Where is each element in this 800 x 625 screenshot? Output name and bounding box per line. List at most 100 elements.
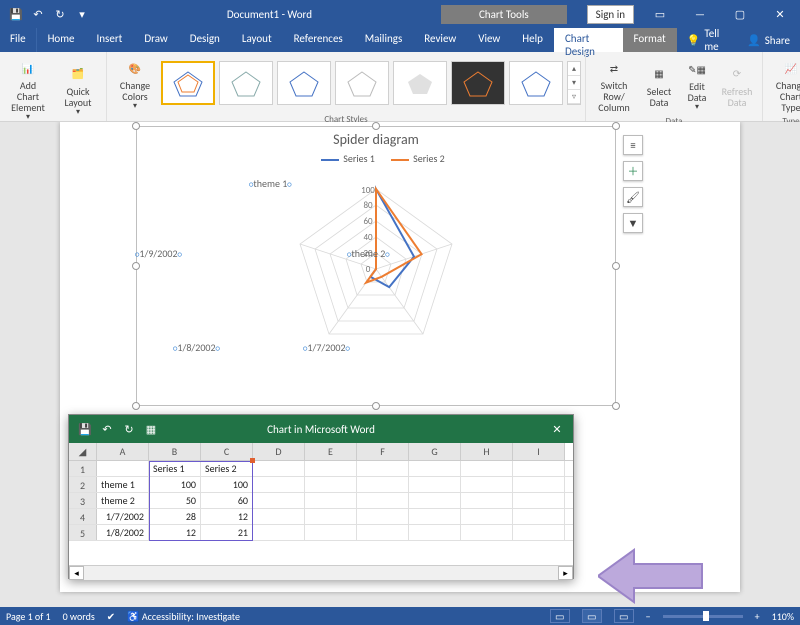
row-1[interactable]: 1 xyxy=(69,461,97,476)
editor-undo-icon[interactable]: ↶ xyxy=(97,417,117,441)
chart-styles-gallery[interactable]: ▴▾▿ xyxy=(161,61,581,105)
cell-B2[interactable]: 100 xyxy=(149,477,201,492)
chart-elements-button[interactable]: ＋ xyxy=(623,161,643,181)
cell-A5[interactable]: 1/8/2002 xyxy=(97,525,149,540)
cell-B5[interactable]: 12 xyxy=(149,525,201,540)
zoom-level[interactable]: 110% xyxy=(772,610,794,623)
minimize-button[interactable]: — xyxy=(680,0,720,28)
cell-B1[interactable]: Series 1 xyxy=(149,461,201,476)
chart-data-editor[interactable]: 💾 ↶ ↻ ▦ Chart in Microsoft Word ✕ ◢ A B … xyxy=(68,414,574,579)
editor-scrollbar[interactable]: ◂ ▸ xyxy=(69,565,573,580)
share-button[interactable]: 👤Share xyxy=(737,28,800,52)
chart-style-6[interactable] xyxy=(451,61,505,105)
resize-handle[interactable] xyxy=(372,402,380,410)
tab-view[interactable]: View xyxy=(467,28,511,52)
cell-C1[interactable]: Series 2 xyxy=(201,461,253,476)
chart-style-1[interactable] xyxy=(161,61,215,105)
cell-A2[interactable]: theme 1 xyxy=(97,477,149,492)
chart-style-7[interactable] xyxy=(509,61,563,105)
row-5[interactable]: 5 xyxy=(69,525,97,540)
editor-excel-icon[interactable]: ▦ xyxy=(141,417,161,441)
cell-C4[interactable]: 12 xyxy=(201,509,253,524)
add-chart-element-button[interactable]: 📊Add Chart Element▾ xyxy=(4,54,52,124)
maximize-button[interactable]: ▢ xyxy=(720,0,760,28)
chart-style-2[interactable] xyxy=(219,61,273,105)
col-A[interactable]: A xyxy=(97,443,149,460)
tab-draw[interactable]: Draw xyxy=(133,28,178,52)
col-C[interactable]: C xyxy=(201,443,253,460)
status-proofing-icon[interactable]: ✔ xyxy=(107,610,115,623)
qat-customize-icon[interactable]: ▾ xyxy=(72,2,92,26)
resize-handle[interactable] xyxy=(612,402,620,410)
cell-A4[interactable]: 1/7/2002 xyxy=(97,509,149,524)
save-icon[interactable]: 💾 xyxy=(6,2,26,26)
zoom-slider[interactable] xyxy=(663,615,743,618)
tab-review[interactable]: Review xyxy=(413,28,467,52)
tab-file[interactable]: File xyxy=(0,28,37,52)
editor-redo-icon[interactable]: ↻ xyxy=(119,417,139,441)
cell-B4[interactable]: 28 xyxy=(149,509,201,524)
tab-design[interactable]: Design xyxy=(179,28,231,52)
chart-style-4[interactable] xyxy=(335,61,389,105)
editor-grid[interactable]: ◢ A B C D E F G H I 1 Series 1 Series 2 xyxy=(69,443,573,580)
tab-insert[interactable]: Insert xyxy=(86,28,134,52)
close-button[interactable]: ✕ xyxy=(760,0,800,28)
zoom-out-button[interactable]: − xyxy=(646,610,651,623)
radar-chart[interactable]: 100 80 60 40 20 0 ○theme 1○ ○ xyxy=(137,169,615,389)
scroll-left-icon[interactable]: ◂ xyxy=(69,566,84,580)
resize-handle[interactable] xyxy=(372,122,380,130)
chart-style-3[interactable] xyxy=(277,61,331,105)
cell-A1[interactable] xyxy=(97,461,149,476)
editor-save-icon[interactable]: 💾 xyxy=(75,417,95,441)
col-E[interactable]: E xyxy=(305,443,357,460)
tell-me-search[interactable]: 💡Tell me xyxy=(677,28,737,52)
tab-mailings[interactable]: Mailings xyxy=(354,28,414,52)
view-web-layout[interactable]: ▭ xyxy=(614,609,634,623)
series-range-handle[interactable] xyxy=(250,458,255,463)
change-colors-button[interactable]: 🎨Change Colors▾ xyxy=(111,54,159,113)
zoom-in-button[interactable]: + xyxy=(755,610,760,623)
cell-C5[interactable]: 21 xyxy=(201,525,253,540)
cell-A3[interactable]: theme 2 xyxy=(97,493,149,508)
undo-icon[interactable]: ↶ xyxy=(28,2,48,26)
cell-C2[interactable]: 100 xyxy=(201,477,253,492)
resize-handle[interactable] xyxy=(132,402,140,410)
chart-style-5[interactable] xyxy=(393,61,447,105)
row-3[interactable]: 3 xyxy=(69,493,97,508)
tab-references[interactable]: References xyxy=(283,28,354,52)
tab-format[interactable]: Format xyxy=(623,28,677,52)
col-I[interactable]: I xyxy=(513,443,565,460)
resize-handle[interactable] xyxy=(132,122,140,130)
ribbon-options-icon[interactable]: ▭ xyxy=(640,0,680,28)
tab-layout[interactable]: Layout xyxy=(231,28,283,52)
chart-object[interactable]: ≡ ＋ 🖌 ▼ Spider diagram Series 1 Series 2 xyxy=(136,126,616,406)
chart-legend[interactable]: Series 1 Series 2 xyxy=(137,148,615,169)
status-page[interactable]: Page 1 of 1 xyxy=(6,610,51,623)
chart-title[interactable]: Spider diagram xyxy=(137,127,615,148)
view-read-mode[interactable]: ▭ xyxy=(550,609,570,623)
tab-help[interactable]: Help xyxy=(511,28,554,52)
chart-filters-button[interactable]: ▼ xyxy=(623,213,643,233)
edit-data-button[interactable]: ✎▦Edit Data▾ xyxy=(680,55,714,114)
change-chart-type-button[interactable]: 📈Change Chart Type xyxy=(767,54,800,115)
layout-options-button[interactable]: ≡ xyxy=(623,135,643,155)
col-F[interactable]: F xyxy=(357,443,409,460)
col-G[interactable]: G xyxy=(409,443,461,460)
cell-C3[interactable]: 60 xyxy=(201,493,253,508)
row-2[interactable]: 2 xyxy=(69,477,97,492)
tab-chart-design[interactable]: Chart Design xyxy=(554,28,623,52)
col-D[interactable]: D xyxy=(253,443,305,460)
view-print-layout[interactable]: ▭ xyxy=(582,609,602,623)
redo-icon[interactable]: ↻ xyxy=(50,2,70,26)
resize-handle[interactable] xyxy=(612,122,620,130)
row-4[interactable]: 4 xyxy=(69,509,97,524)
tab-home[interactable]: Home xyxy=(37,28,86,52)
status-words[interactable]: 0 words xyxy=(63,610,95,623)
editor-close-button[interactable]: ✕ xyxy=(541,423,573,436)
switch-row-column-button[interactable]: ⇄Switch Row/ Column xyxy=(590,54,638,115)
cell-B3[interactable]: 50 xyxy=(149,493,201,508)
status-accessibility[interactable]: ♿ Accessibility: Investigate xyxy=(127,610,240,623)
col-B[interactable]: B xyxy=(149,443,201,460)
select-data-button[interactable]: ▦Select Data xyxy=(640,60,678,110)
sign-in-button[interactable]: Sign in xyxy=(587,5,634,24)
